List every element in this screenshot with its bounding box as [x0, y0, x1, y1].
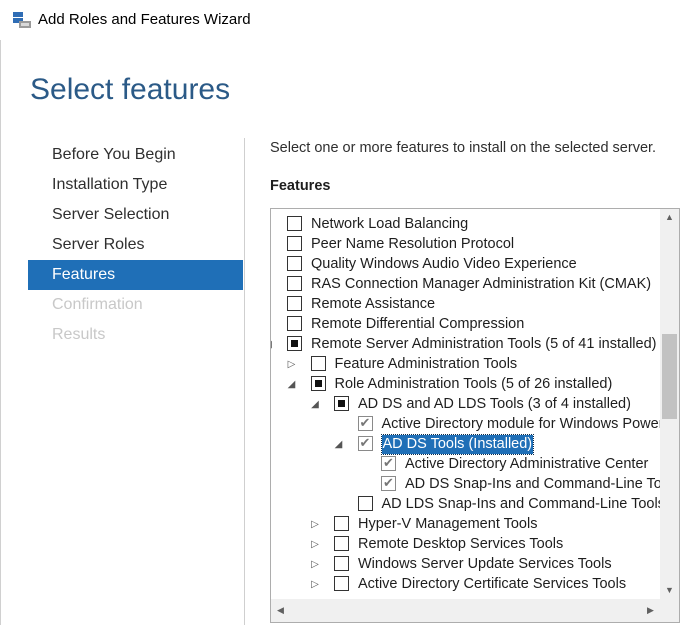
feature-checkbox[interactable]	[334, 396, 349, 411]
expand-arrow-icon[interactable]: ▷	[286, 358, 298, 372]
collapse-arrow-icon[interactable]: ◢	[333, 438, 345, 452]
tree-row[interactable]: ▷ Active Directory Certificate Services T…	[271, 575, 660, 595]
nav-item-server-selection[interactable]: Server Selection	[28, 200, 243, 230]
feature-checkbox[interactable]	[357, 415, 373, 431]
tree-row[interactable]: ▷ Hyper-V Management Tools	[271, 515, 660, 535]
feature-label[interactable]: Windows Server Update Services Tools	[358, 555, 612, 574]
tree-row[interactable]: ▷ Windows Server Update Services Tools	[271, 555, 660, 575]
feature-label[interactable]: Network Load Balancing	[311, 215, 468, 234]
feature-checkbox[interactable]	[357, 496, 373, 511]
scroll-up-icon[interactable]: ▲	[660, 209, 679, 226]
feature-label[interactable]: Feature Administration Tools	[335, 355, 518, 374]
feature-label[interactable]: AD LDS Snap-Ins and Command-Line Tools	[382, 495, 661, 514]
feature-checkbox[interactable]	[287, 336, 302, 351]
feature-label[interactable]: Peer Name Resolution Protocol	[311, 235, 514, 254]
feature-checkbox[interactable]	[334, 516, 349, 531]
feature-checkbox[interactable]	[334, 536, 349, 551]
feature-label[interactable]: Role Administration Tools (5 of 26 insta…	[335, 375, 613, 394]
feature-label[interactable]: Remote Assistance	[311, 295, 435, 314]
feature-checkbox[interactable]	[381, 455, 396, 471]
feature-checkbox[interactable]	[334, 576, 349, 591]
horizontal-scroll-thumb[interactable]	[290, 603, 630, 618]
features-tree[interactable]: Network Load Balancing Peer Name Resoluti…	[270, 208, 680, 623]
feature-label[interactable]: Active Directory Certificate Services To…	[358, 575, 626, 594]
tree-row[interactable]: Quality Windows Audio Video Experience	[271, 255, 660, 275]
feature-checkbox[interactable]	[287, 296, 302, 311]
tree-row[interactable]: AD LDS Snap-Ins and Command-Line Tools	[271, 495, 660, 515]
tree-row[interactable]: ◢ Remote Server Administration Tools (5 o…	[271, 335, 660, 355]
title-bar: Add Roles and Features Wizard	[0, 0, 698, 40]
tree-row[interactable]: ▷ Feature Administration Tools	[271, 355, 660, 375]
vertical-scrollbar[interactable]: ▲ ▼	[660, 209, 679, 599]
window-title: Add Roles and Features Wizard	[38, 11, 251, 28]
features-label: Features	[270, 178, 331, 194]
page-title: Select features	[30, 73, 231, 106]
expand-arrow-icon[interactable]: ▷	[309, 558, 321, 572]
scroll-left-icon[interactable]: ◀	[271, 599, 290, 622]
nav-item-before-you-begin[interactable]: Before You Begin	[28, 140, 243, 170]
nav-item-installation-type[interactable]: Installation Type	[28, 170, 243, 200]
nav-item-features[interactable]: Features	[28, 260, 243, 290]
tree-row[interactable]: ◢ AD DS and AD LDS Tools (3 of 4 installe…	[271, 395, 660, 415]
expand-arrow-icon[interactable]: ▷	[309, 518, 321, 532]
feature-label[interactable]: Remote Differential Compression	[311, 315, 524, 334]
expand-arrow-icon[interactable]: ▷	[309, 538, 321, 552]
tree-row[interactable]: AD DS Snap-Ins and Command-Line Tools	[271, 475, 660, 495]
tree-row[interactable]: RAS Connection Manager Administration Ki…	[271, 275, 660, 295]
feature-checkbox[interactable]	[334, 556, 349, 571]
feature-label[interactable]: RAS Connection Manager Administration Ki…	[311, 275, 651, 294]
feature-label[interactable]: Hyper-V Management Tools	[358, 515, 537, 534]
expand-arrow-icon[interactable]: ▷	[309, 578, 321, 592]
nav-item-confirmation: Confirmation	[52, 296, 143, 313]
tree-row[interactable]: ◢ AD DS Tools (Installed)	[271, 434, 660, 455]
scroll-right-icon[interactable]: ▶	[641, 599, 660, 622]
wizard-nav: Before You Begin Installation Type Server …	[28, 140, 243, 350]
collapse-arrow-icon[interactable]: ◢	[286, 378, 298, 392]
feature-checkbox[interactable]	[357, 435, 373, 451]
features-tree-list: Network Load Balancing Peer Name Resoluti…	[271, 209, 660, 599]
horizontal-scrollbar[interactable]: ◀ ▶	[271, 599, 679, 622]
feature-label[interactable]: AD DS Snap-Ins and Command-Line Tools	[405, 475, 660, 494]
nav-item-server-roles[interactable]: Server Roles	[28, 230, 243, 260]
feature-checkbox[interactable]	[310, 376, 326, 391]
scroll-down-icon[interactable]: ▼	[660, 582, 679, 599]
collapse-arrow-icon[interactable]: ◢	[309, 398, 321, 412]
feature-label[interactable]: AD DS and AD LDS Tools (3 of 4 installed…	[358, 395, 631, 414]
nav-divider	[244, 138, 245, 625]
collapse-arrow-icon[interactable]: ◢	[271, 338, 274, 352]
tree-row[interactable]: Remote Assistance	[271, 295, 660, 315]
tree-row[interactable]: Active Directory Administrative Center	[271, 455, 660, 475]
feature-label[interactable]: Remote Server Administration Tools (5 of…	[311, 335, 656, 354]
server-manager-icon	[13, 12, 31, 28]
feature-checkbox[interactable]	[287, 216, 302, 231]
nav-item-results: Results	[52, 326, 106, 343]
feature-label[interactable]: AD DS Tools (Installed)	[380, 434, 535, 455]
tree-row[interactable]: Peer Name Resolution Protocol	[271, 235, 660, 255]
tree-row[interactable]: Active Directory module for Windows Powe…	[271, 415, 660, 435]
tree-row[interactable]: ▷ Remote Desktop Services Tools	[271, 535, 660, 555]
feature-checkbox[interactable]	[287, 256, 302, 271]
feature-label[interactable]: Active Directory module for Windows Powe…	[382, 415, 661, 434]
feature-checkbox[interactable]	[287, 276, 302, 291]
instruction-text: Select one or more features to install o…	[270, 140, 657, 156]
feature-checkbox[interactable]	[381, 475, 396, 491]
feature-checkbox[interactable]	[287, 316, 302, 331]
tree-row[interactable]: Remote Differential Compression	[271, 315, 660, 335]
feature-checkbox[interactable]	[310, 356, 326, 371]
feature-checkbox[interactable]	[287, 236, 302, 251]
tree-row[interactable]: Network Load Balancing	[271, 215, 660, 235]
feature-label[interactable]: Active Directory Administrative Center	[405, 455, 648, 474]
tree-row[interactable]: ◢ Role Administration Tools (5 of 26 inst…	[271, 375, 660, 395]
feature-label[interactable]: Quality Windows Audio Video Experience	[311, 255, 577, 274]
vertical-scroll-thumb[interactable]	[662, 334, 677, 419]
feature-label[interactable]: Remote Desktop Services Tools	[358, 535, 563, 554]
